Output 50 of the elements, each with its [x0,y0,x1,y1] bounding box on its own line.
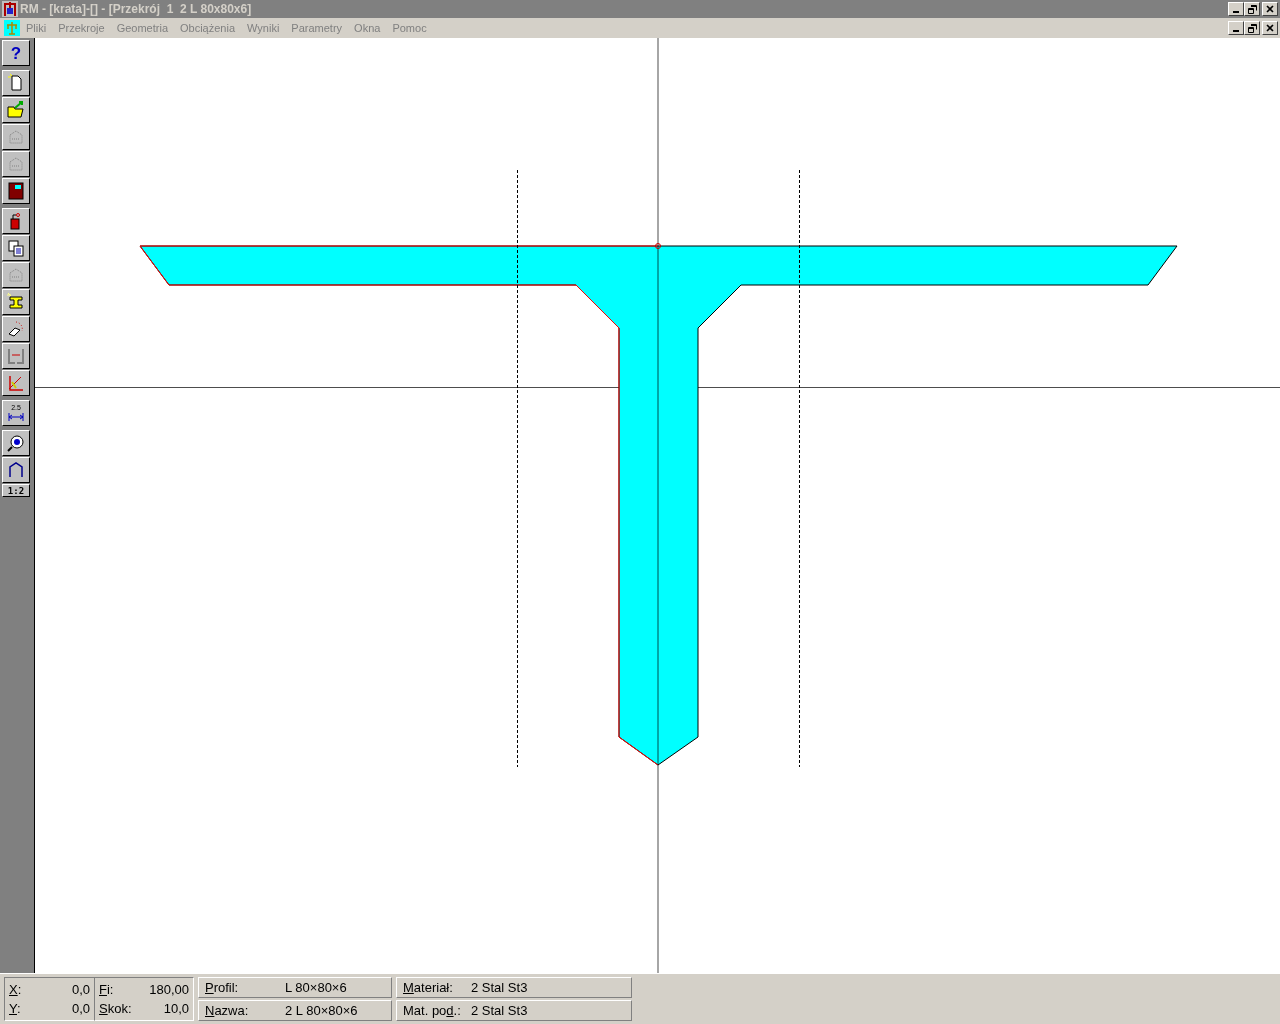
rotate-icon [6,319,26,339]
close-button[interactable] [1262,2,1278,16]
close-button[interactable] [1262,21,1278,35]
toolbar-button[interactable] [2,235,30,261]
status-value: L 80×80×6 [285,980,347,995]
close-icon [1266,5,1274,13]
minimize-button[interactable] [1228,21,1244,35]
toolbar-button[interactable] [2,430,30,456]
toolbar-button[interactable] [2,289,30,315]
status-label: Y: [9,1001,21,1016]
toolbar-button[interactable] [2,316,30,342]
open-folder-icon [6,100,26,120]
document-icon [4,20,20,36]
toolbar-button[interactable] [2,343,30,369]
close-icon [1266,24,1274,32]
status-label: Skok: [99,1001,132,1016]
status-label: X: [9,982,22,997]
i-beam-icon [6,292,26,312]
zoom-icon [6,433,26,453]
scale-button[interactable]: 1:2 [2,484,30,497]
status-value: 2 L 80×80×6 [285,1003,358,1018]
status-value: 180,00 [149,982,189,997]
window-title: RM - [krata]-[] - [Przekrój 1 2 L 80x80x6] [20,2,252,16]
arch-icon [6,460,26,480]
status-value: 10,0 [163,1001,189,1016]
status-label: Materiał: [403,980,454,995]
status-label: Mat. pod.: [403,1003,462,1018]
toolbar-button[interactable] [2,457,30,483]
restore-button[interactable] [1244,2,1260,16]
restore-icon [1247,23,1257,33]
toolbar-button[interactable] [2,178,30,204]
status-value: 0,0 [71,982,90,997]
door-icon [6,181,26,201]
angle-sections-icon [6,346,26,366]
toolbar-button[interactable] [2,70,30,96]
toolbar-button[interactable] [2,208,30,234]
status-value: 2 Stal St3 [471,1003,528,1018]
status-value: 2 Stal St3 [471,980,528,995]
app-icon [2,1,18,17]
minimize-button[interactable] [1228,2,1244,16]
axes-icon [6,373,26,393]
status-label: Nazwa: [205,1003,250,1018]
restore-button[interactable] [1244,21,1260,35]
toolbar-button[interactable] [2,370,30,396]
status-label: Fi: [99,982,114,997]
status-label: Profil: [205,980,240,995]
toolbar-button[interactable] [2,97,30,123]
copy-icon [6,238,26,258]
restore-icon [1247,4,1257,14]
status-value: 0,0 [71,1001,90,1016]
